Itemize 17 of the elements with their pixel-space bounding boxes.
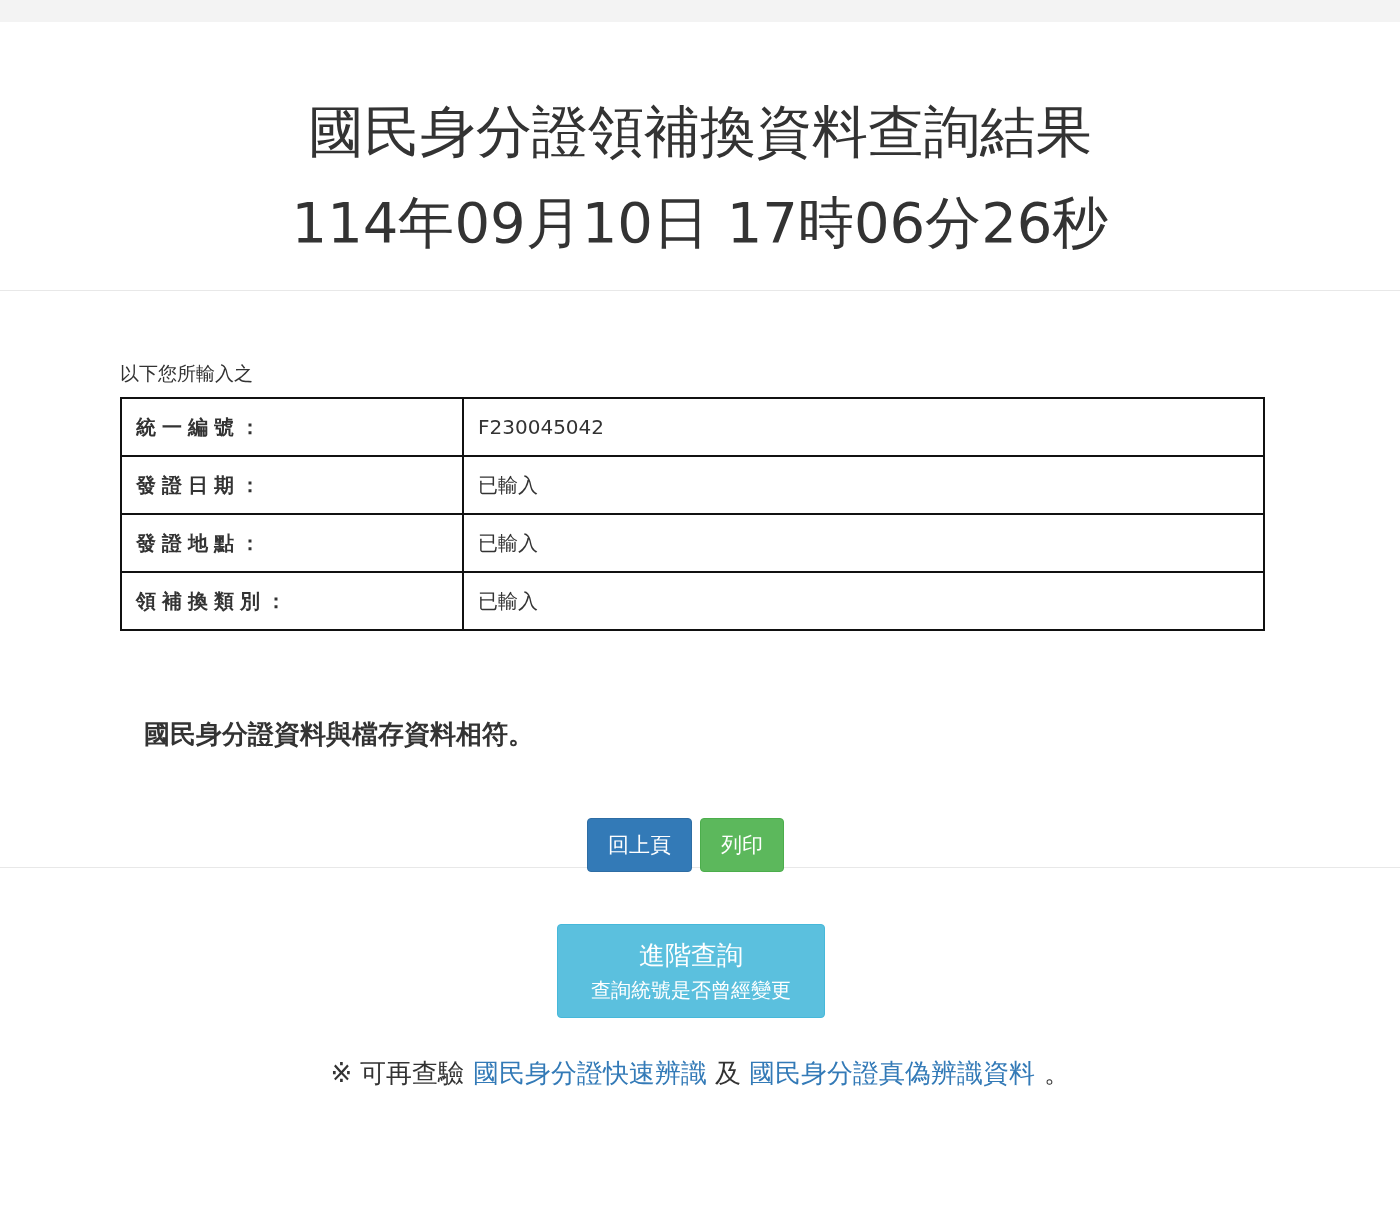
field-value: 已輸入: [463, 514, 1264, 572]
result-message: 國民身分證資料與檔存資料相符。: [144, 718, 535, 751]
field-value: 已輸入: [463, 456, 1264, 514]
print-button[interactable]: 列印: [700, 818, 784, 872]
query-timestamp: 114年09月10日 17時06分26秒: [291, 189, 1109, 257]
page-title: 國民身分證領補換資料查詢結果: [308, 98, 1092, 166]
field-value: 已輸入: [463, 572, 1264, 630]
field-label: 發證日期：: [121, 456, 463, 514]
field-value: F230045042: [463, 398, 1264, 456]
intro-text: 以下您所輸入之: [120, 361, 254, 386]
field-label: 發證地點：: [121, 514, 463, 572]
authenticity-link[interactable]: 國民身分證真偽辨識資料: [749, 1058, 1036, 1088]
field-label: 領補換類別：: [121, 572, 463, 630]
footer-note: ※ 可再查驗 國民身分證快速辨識 及 國民身分證真偽辨識資料 。: [329, 1057, 1071, 1090]
field-label: 統一編號：: [121, 398, 463, 456]
back-button[interactable]: 回上頁: [587, 818, 692, 872]
quick-identify-link[interactable]: 國民身分證快速辨識: [472, 1058, 707, 1088]
